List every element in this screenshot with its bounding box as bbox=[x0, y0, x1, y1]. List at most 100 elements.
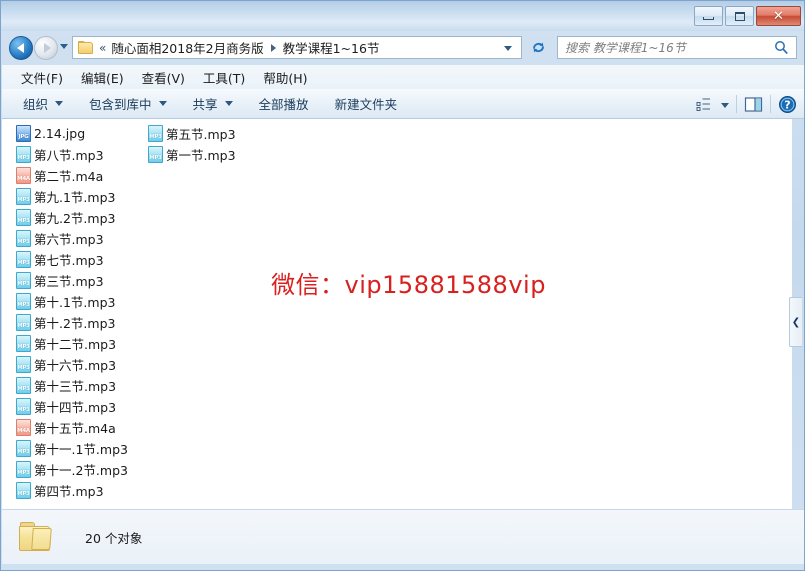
maximize-button[interactable] bbox=[725, 6, 754, 26]
list-item[interactable]: M4A 第十五节.m4a bbox=[16, 417, 128, 438]
breadcrumb[interactable]: « 随心面相2018年2月商务版 教学课程1~16节 bbox=[72, 36, 522, 59]
close-button[interactable]: ✕ bbox=[756, 6, 801, 26]
mp3-file-icon: MP3 bbox=[16, 314, 31, 331]
watermark-text: 微信：vip15881588vip bbox=[271, 270, 546, 299]
list-item[interactable]: MP3 第一节.mp3 bbox=[148, 144, 236, 165]
status-bar: 20 个对象 bbox=[2, 509, 804, 564]
view-mode-caret-icon[interactable] bbox=[721, 102, 729, 108]
list-item[interactable]: MP3 第十一.2节.mp3 bbox=[16, 459, 128, 480]
list-item[interactable]: MP3 第十.1节.mp3 bbox=[16, 291, 128, 312]
list-item[interactable]: MP3 第六节.mp3 bbox=[16, 228, 128, 249]
title-bar: ✕ bbox=[1, 1, 804, 31]
preview-pane-icon[interactable] bbox=[744, 96, 763, 113]
svg-text:?: ? bbox=[784, 98, 790, 111]
list-item[interactable]: MP3 第十.2节.mp3 bbox=[16, 312, 128, 333]
list-item[interactable]: MP3 第九.2节.mp3 bbox=[16, 207, 128, 228]
search-box[interactable]: 搜索 教学课程1~16节 bbox=[557, 36, 797, 59]
breadcrumb-overflow-icon[interactable]: « bbox=[97, 41, 109, 55]
explorer-window: ✕ « 随心面相2018年2月商务版 教学课程1~16节 搜索 教学课程1~16… bbox=[0, 0, 805, 571]
list-item[interactable]: M4A 第二节.m4a bbox=[16, 165, 128, 186]
menu-item-edit[interactable]: 编辑(E) bbox=[72, 66, 133, 89]
file-name: 第十二节.mp3 bbox=[34, 337, 117, 352]
menu-bar: 文件(F) 编辑(E) 查看(V) 工具(T) 帮助(H) bbox=[2, 65, 804, 89]
file-name: 第九.1节.mp3 bbox=[34, 190, 116, 205]
forward-button[interactable] bbox=[34, 36, 58, 60]
refresh-button[interactable] bbox=[528, 37, 548, 57]
folder-large-icon bbox=[19, 522, 55, 552]
toolbar: 组织 包含到库中 共享 全部播放 新建文件夹 ? bbox=[2, 89, 804, 119]
mp3-file-icon: MP3 bbox=[148, 146, 163, 163]
address-bar-row: « 随心面相2018年2月商务版 教学课程1~16节 搜索 教学课程1~16节 bbox=[1, 31, 804, 65]
file-name: 第十.2节.mp3 bbox=[34, 316, 116, 331]
search-input[interactable]: 搜索 教学课程1~16节 bbox=[558, 39, 686, 56]
chevron-down-icon bbox=[55, 101, 64, 106]
file-name: 第二节.m4a bbox=[34, 169, 104, 184]
history-dropdown-icon[interactable] bbox=[60, 44, 68, 49]
breadcrumb-item-1[interactable]: 教学课程1~16节 bbox=[281, 37, 382, 58]
toolbar-include-in-library-button[interactable]: 包含到库中 bbox=[80, 91, 176, 116]
file-name: 第十六节.mp3 bbox=[34, 358, 117, 373]
list-item[interactable]: MP3 第十三节.mp3 bbox=[16, 375, 128, 396]
toolbar-organize-button[interactable]: 组织 bbox=[14, 91, 72, 116]
list-item[interactable]: MP3 第十二节.mp3 bbox=[16, 333, 128, 354]
menu-item-help[interactable]: 帮助(H) bbox=[254, 66, 316, 89]
file-column-2: MP3 第五节.mp3 MP3 第一节.mp3 bbox=[148, 123, 236, 165]
list-item[interactable]: MP3 第七节.mp3 bbox=[16, 249, 128, 270]
menu-item-tools[interactable]: 工具(T) bbox=[194, 66, 254, 89]
list-item[interactable]: MP3 第十四节.mp3 bbox=[16, 396, 128, 417]
file-name: 第九.2节.mp3 bbox=[34, 211, 116, 226]
list-item[interactable]: MP3 第四节.mp3 bbox=[16, 480, 128, 501]
jpg-file-icon: JPG bbox=[16, 125, 31, 142]
chevron-down-icon bbox=[158, 101, 167, 106]
toolbar-play-all-button[interactable]: 全部播放 bbox=[250, 91, 318, 116]
search-icon[interactable] bbox=[774, 40, 789, 55]
file-name: 第七节.mp3 bbox=[34, 253, 104, 268]
forward-arrow-icon bbox=[43, 43, 51, 53]
breadcrumb-chevron-icon[interactable] bbox=[270, 43, 276, 52]
file-name: 第十.1节.mp3 bbox=[34, 295, 116, 310]
view-mode-icon[interactable] bbox=[696, 96, 713, 112]
file-name: 第十四节.mp3 bbox=[34, 400, 117, 415]
list-item[interactable]: MP3 第八节.mp3 bbox=[16, 144, 128, 165]
back-button[interactable] bbox=[9, 36, 33, 60]
toolbar-divider bbox=[736, 95, 737, 113]
list-item[interactable]: MP3 第五节.mp3 bbox=[148, 123, 236, 144]
file-list-area[interactable]: JPG 2.14.jpg MP3 第八节.mp3 M4A 第二节.m4a MP3 bbox=[2, 119, 792, 509]
toolbar-share-button[interactable]: 共享 bbox=[184, 91, 242, 116]
breadcrumb-item-0[interactable]: 随心面相2018年2月商务版 bbox=[109, 37, 265, 58]
toolbar-new-folder-button[interactable]: 新建文件夹 bbox=[326, 91, 407, 116]
list-item[interactable]: MP3 第十六节.mp3 bbox=[16, 354, 128, 375]
minimize-button[interactable] bbox=[694, 6, 723, 26]
mp3-file-icon: MP3 bbox=[16, 356, 31, 373]
refresh-icon bbox=[532, 42, 544, 52]
toolbar-include-in-library-label: 包含到库中 bbox=[89, 97, 152, 112]
help-icon[interactable]: ? bbox=[778, 95, 797, 114]
toolbar-play-all-label: 全部播放 bbox=[258, 97, 309, 112]
file-name: 2.14.jpg bbox=[34, 126, 86, 141]
menu-item-view[interactable]: 查看(V) bbox=[133, 66, 194, 89]
list-item[interactable]: MP3 第十一.1节.mp3 bbox=[16, 438, 128, 459]
folder-icon bbox=[78, 40, 94, 55]
menu-item-file[interactable]: 文件(F) bbox=[12, 66, 72, 89]
file-name: 第十五节.m4a bbox=[34, 421, 116, 436]
mp3-file-icon: MP3 bbox=[16, 251, 31, 268]
chevron-down-icon bbox=[224, 101, 233, 106]
close-icon: ✕ bbox=[773, 8, 784, 24]
list-item[interactable]: MP3 第九.1节.mp3 bbox=[16, 186, 128, 207]
window-controls: ✕ bbox=[694, 6, 801, 26]
chevron-down-icon[interactable] bbox=[504, 46, 512, 51]
mp3-file-icon: MP3 bbox=[16, 209, 31, 226]
mp3-file-icon: MP3 bbox=[16, 293, 31, 310]
toolbar-right-group: ? bbox=[696, 89, 797, 119]
status-item-count: 20 个对象 bbox=[85, 530, 143, 546]
mp3-file-icon: MP3 bbox=[16, 440, 31, 457]
mp3-file-icon: MP3 bbox=[16, 398, 31, 415]
preview-pane-collapse-tab[interactable]: ❮ bbox=[789, 297, 802, 347]
file-name: 第三节.mp3 bbox=[34, 274, 104, 289]
chevron-left-icon: ❮ bbox=[791, 316, 801, 328]
file-name: 第四节.mp3 bbox=[34, 484, 104, 499]
toolbar-new-folder-label: 新建文件夹 bbox=[334, 97, 398, 112]
toolbar-divider bbox=[770, 95, 771, 113]
list-item[interactable]: JPG 2.14.jpg bbox=[16, 123, 128, 144]
list-item[interactable]: MP3 第三节.mp3 bbox=[16, 270, 128, 291]
